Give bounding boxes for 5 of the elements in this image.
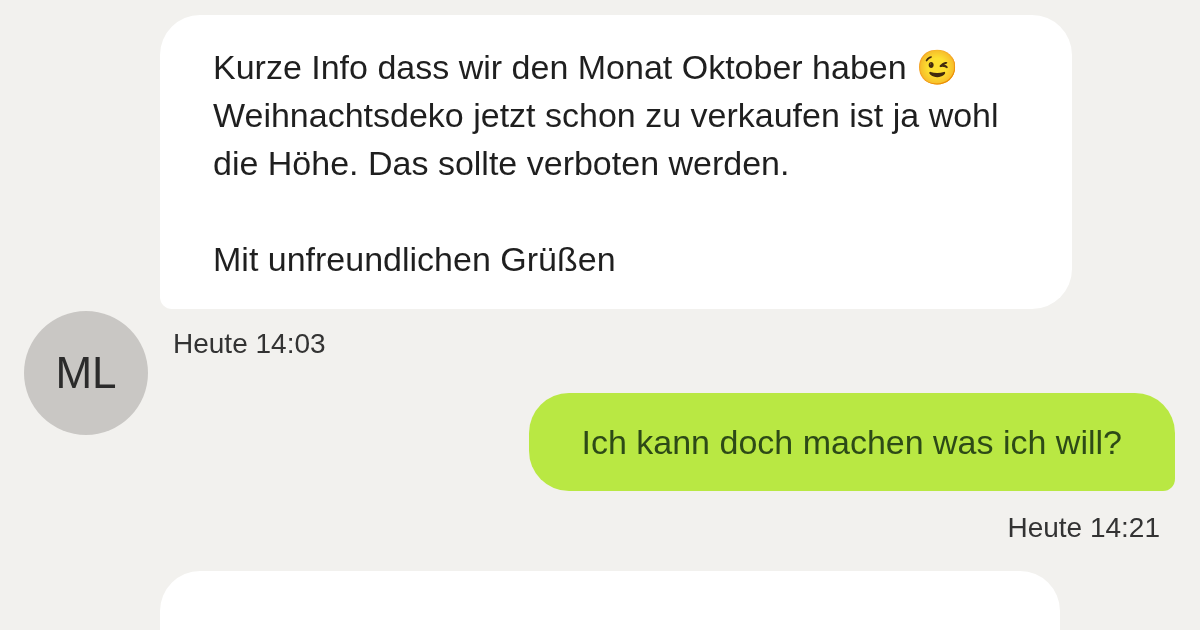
message-bubble: Kurze Info dass wir den Monat Oktober haben 😉 Weihnachtsdeko jetzt schon zu verkaufen ist ja wohl die Höhe. Das sollte verboten werden. Mit unfreundlichen Grüßen	[160, 15, 1072, 309]
timestamp: Heute 14:21	[1007, 511, 1160, 545]
message-bubble: Ich kann doch machen was ich will?	[528, 393, 1175, 491]
avatar: ML	[24, 311, 148, 435]
timestamp: Heute 14:03	[173, 327, 327, 361]
